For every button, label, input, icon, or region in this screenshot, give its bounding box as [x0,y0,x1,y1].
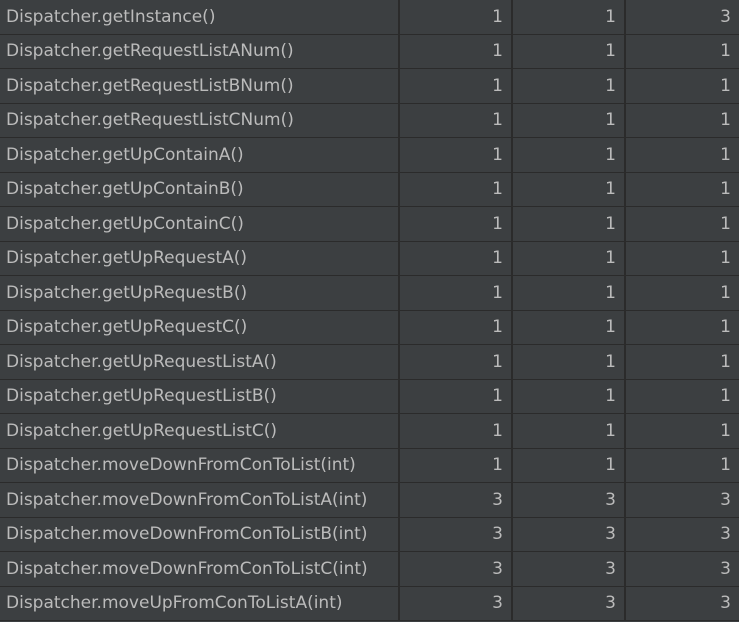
metric-cell-1[interactable]: 1 [399,275,513,311]
metric-cell-3[interactable]: 1 [625,172,739,207]
metric-cell-2[interactable]: 1 [512,344,626,380]
metric-cell-1[interactable]: 3 [399,586,513,621]
metric-cell-3[interactable]: 1 [625,34,739,69]
method-name-cell[interactable]: Dispatcher.moveUpFromConToListA(int) [0,586,400,621]
table-row[interactable]: Dispatcher.getUpRequestListA() 1 1 1 [0,344,739,380]
method-name-cell[interactable]: Dispatcher.getUpContainB() [0,172,400,207]
metric-cell-2[interactable]: 1 [512,379,626,414]
metric-cell-3[interactable]: 1 [625,137,739,173]
metric-cell-1[interactable]: 1 [399,310,513,345]
metric-cell-2[interactable]: 1 [512,103,626,138]
method-name-cell[interactable]: Dispatcher.getUpRequestC() [0,310,400,345]
metric-cell-3[interactable]: 1 [625,413,739,449]
metric-cell-3[interactable]: 1 [625,241,739,276]
metric-cell-3[interactable]: 3 [625,517,739,552]
metric-cell-2[interactable]: 1 [512,137,626,173]
method-name-cell[interactable]: Dispatcher.getUpRequestListC() [0,413,400,449]
table-row[interactable]: Dispatcher.getUpRequestListB() 1 1 1 [0,379,739,414]
metric-cell-1[interactable]: 1 [399,413,513,449]
metric-cell-3[interactable]: 1 [625,379,739,414]
table-row[interactable]: Dispatcher.getUpContainC() 1 1 1 [0,206,739,242]
method-name-cell[interactable]: Dispatcher.getUpContainA() [0,137,400,173]
method-name-cell[interactable]: Dispatcher.moveDownFromConToListA(int) [0,482,400,518]
table-row[interactable]: Dispatcher.getUpRequestListC() 1 1 1 [0,413,739,449]
metric-cell-1[interactable]: 1 [399,34,513,69]
metric-cell-2[interactable]: 1 [512,68,626,104]
metric-cell-1[interactable]: 1 [399,103,513,138]
metric-cell-3[interactable]: 1 [625,344,739,380]
metric-cell-1[interactable]: 1 [399,379,513,414]
table-row[interactable]: Dispatcher.moveDownFromConToListC(int) 3… [0,551,739,587]
metric-cell-2[interactable]: 3 [512,586,626,621]
metric-cell-3[interactable]: 1 [625,275,739,311]
metric-cell-2[interactable]: 1 [512,0,626,35]
method-name-cell[interactable]: Dispatcher.getInstance() [0,0,400,35]
metric-cell-3[interactable]: 1 [625,448,739,483]
metric-cell-1[interactable]: 1 [399,137,513,173]
metric-cell-3[interactable]: 1 [625,68,739,104]
method-name-cell[interactable]: Dispatcher.moveDownFromConToListB(int) [0,517,400,552]
metric-cell-1[interactable]: 1 [399,68,513,104]
metric-cell-1[interactable]: 3 [399,551,513,587]
metric-cell-2[interactable]: 3 [512,482,626,518]
method-name-cell[interactable]: Dispatcher.getRequestListBNum() [0,68,400,104]
metric-cell-3[interactable]: 3 [625,0,739,35]
method-name-cell[interactable]: Dispatcher.getRequestListCNum() [0,103,400,138]
metric-cell-2[interactable]: 1 [512,275,626,311]
method-name-cell[interactable]: Dispatcher.getRequestListANum() [0,34,400,69]
table-row[interactable]: Dispatcher.moveDownFromConToListB(int) 3… [0,517,739,552]
metric-cell-2[interactable]: 1 [512,172,626,207]
method-name-cell[interactable]: Dispatcher.getUpRequestB() [0,275,400,311]
metric-cell-3[interactable]: 3 [625,482,739,518]
method-name-cell[interactable]: Dispatcher.getUpRequestA() [0,241,400,276]
metric-cell-2[interactable]: 1 [512,241,626,276]
metric-cell-1[interactable]: 1 [399,206,513,242]
table-row[interactable]: Dispatcher.getUpRequestB() 1 1 1 [0,275,739,311]
metrics-table: Dispatcher.getInstance() 1 1 3 Dispatche… [0,0,739,621]
metric-cell-1[interactable]: 1 [399,344,513,380]
table-row[interactable]: Dispatcher.getUpRequestA() 1 1 1 [0,241,739,276]
table-row[interactable]: Dispatcher.getUpContainB() 1 1 1 [0,172,739,207]
metric-cell-2[interactable]: 1 [512,413,626,449]
method-name-cell[interactable]: Dispatcher.getUpRequestListB() [0,379,400,414]
table-row[interactable]: Dispatcher.getRequestListCNum() 1 1 1 [0,103,739,138]
metric-cell-1[interactable]: 1 [399,172,513,207]
table-row[interactable]: Dispatcher.moveDownFromConToListA(int) 3… [0,482,739,518]
metric-cell-1[interactable]: 1 [399,241,513,276]
metric-cell-2[interactable]: 1 [512,34,626,69]
metric-cell-2[interactable]: 3 [512,551,626,587]
method-name-cell[interactable]: Dispatcher.moveDownFromConToList(int) [0,448,400,483]
metric-cell-3[interactable]: 3 [625,586,739,621]
table-row[interactable]: Dispatcher.getUpContainA() 1 1 1 [0,137,739,173]
metric-cell-1[interactable]: 3 [399,482,513,518]
metric-cell-3[interactable]: 1 [625,103,739,138]
metric-cell-2[interactable]: 1 [512,310,626,345]
metric-cell-3[interactable]: 3 [625,551,739,587]
method-name-cell[interactable]: Dispatcher.moveDownFromConToListC(int) [0,551,400,587]
metrics-table-body: Dispatcher.getInstance() 1 1 3 Dispatche… [0,0,739,621]
method-name-cell[interactable]: Dispatcher.getUpRequestListA() [0,344,400,380]
metric-cell-2[interactable]: 1 [512,448,626,483]
table-row[interactable]: Dispatcher.getUpRequestC() 1 1 1 [0,310,739,345]
table-row[interactable]: Dispatcher.getRequestListBNum() 1 1 1 [0,68,739,104]
metric-cell-1[interactable]: 1 [399,448,513,483]
metric-cell-3[interactable]: 1 [625,310,739,345]
table-row[interactable]: Dispatcher.moveDownFromConToList(int) 1 … [0,448,739,483]
table-row[interactable]: Dispatcher.getRequestListANum() 1 1 1 [0,34,739,69]
table-row[interactable]: Dispatcher.moveUpFromConToListA(int) 3 3… [0,586,739,621]
metric-cell-2[interactable]: 1 [512,206,626,242]
method-name-cell[interactable]: Dispatcher.getUpContainC() [0,206,400,242]
metric-cell-3[interactable]: 1 [625,206,739,242]
metric-cell-1[interactable]: 3 [399,517,513,552]
metric-cell-2[interactable]: 3 [512,517,626,552]
metric-cell-1[interactable]: 1 [399,0,513,35]
table-row[interactable]: Dispatcher.getInstance() 1 1 3 [0,0,739,35]
